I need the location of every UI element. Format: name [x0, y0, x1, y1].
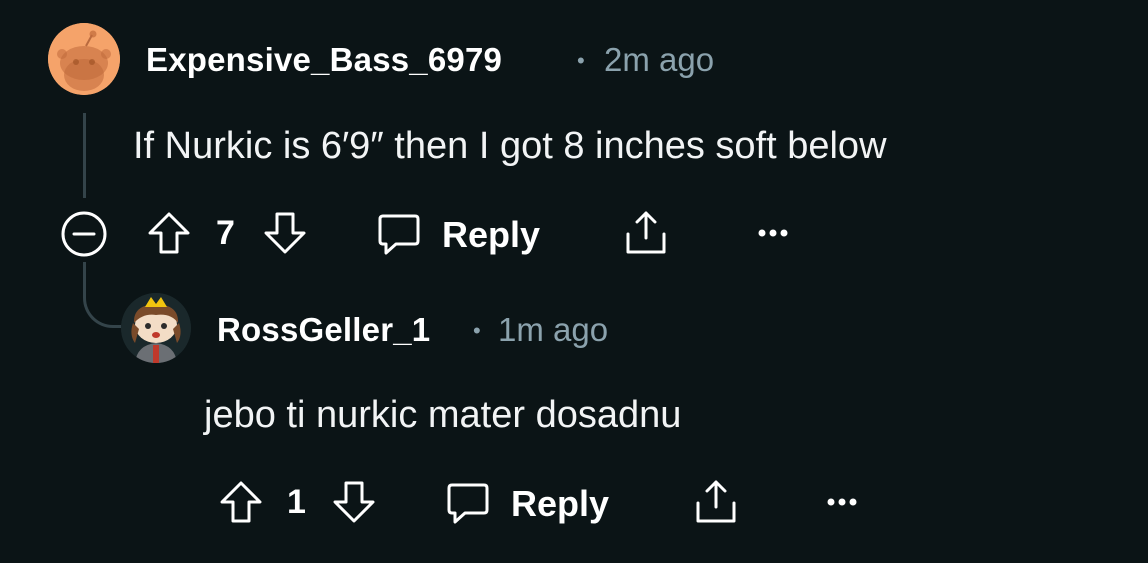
- vote-count: 7: [216, 214, 235, 252]
- more-icon: [758, 229, 788, 237]
- downvote-button[interactable]: [262, 210, 308, 256]
- comment-body: jebo ti nurkic mater dosadnu: [204, 394, 682, 436]
- reply-button[interactable]: Reply: [376, 208, 546, 260]
- thread-connector: [83, 262, 121, 328]
- reply-icon: [447, 483, 489, 524]
- share-button[interactable]: [623, 208, 669, 258]
- snoo-avatar-icon: [121, 293, 191, 363]
- comment-author[interactable]: Expensive_Bass_6979: [146, 43, 502, 76]
- more-options-button[interactable]: [756, 222, 792, 244]
- upvote-icon: [220, 481, 262, 523]
- reply-icon: [378, 214, 420, 255]
- share-button[interactable]: [693, 477, 739, 527]
- avatar[interactable]: [121, 293, 191, 363]
- more-icon: [827, 498, 857, 506]
- downvote-icon: [333, 481, 375, 523]
- avatar[interactable]: [48, 23, 120, 95]
- upvote-button[interactable]: [218, 479, 264, 525]
- comment-author[interactable]: RossGeller_1: [217, 313, 430, 346]
- comment-timestamp: 1m ago: [498, 311, 609, 348]
- share-icon: [626, 211, 666, 254]
- snoo-avatar-icon: [48, 23, 120, 95]
- meta-separator: •: [473, 318, 481, 343]
- meta-separator: •: [577, 48, 585, 73]
- share-icon: [696, 480, 736, 523]
- more-options-button[interactable]: [825, 491, 861, 513]
- downvote-icon: [264, 212, 306, 254]
- reply-button[interactable]: Reply: [445, 477, 615, 529]
- comment-body: If Nurkic is 6′9″ then I got 8 inches so…: [133, 125, 887, 167]
- collapse-icon: [61, 211, 107, 257]
- reply-label: Reply: [511, 483, 610, 524]
- collapse-button[interactable]: [60, 210, 108, 258]
- thread-line: [83, 113, 86, 198]
- upvote-button[interactable]: [146, 210, 192, 256]
- reply-label: Reply: [442, 214, 541, 255]
- upvote-icon: [148, 212, 190, 254]
- downvote-button[interactable]: [331, 479, 377, 525]
- comment-timestamp: 2m ago: [604, 41, 715, 78]
- vote-count: 1: [287, 483, 306, 521]
